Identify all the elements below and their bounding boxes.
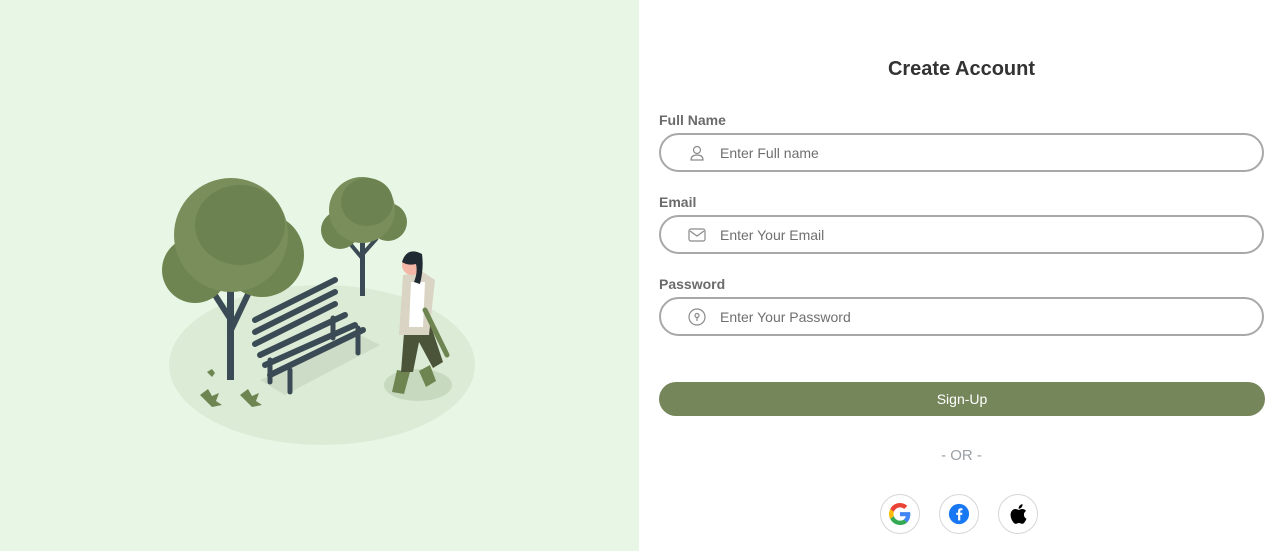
email-field[interactable] (659, 215, 1264, 254)
or-divider: - OR - (941, 447, 982, 464)
social-login-row (880, 494, 1038, 534)
full-name-label: Full Name (659, 112, 726, 128)
park-bench-woman-illustration (162, 177, 475, 445)
password-input[interactable] (718, 307, 1242, 326)
google-login-button[interactable] (880, 494, 920, 534)
facebook-login-button[interactable] (939, 494, 979, 534)
full-name-field[interactable] (659, 133, 1264, 172)
lock-icon (687, 307, 707, 327)
google-icon (889, 503, 911, 525)
user-icon (687, 143, 707, 163)
signup-button[interactable]: Sign-Up (659, 382, 1265, 416)
signup-page: Create Account Full Name Email Password (0, 0, 1280, 551)
password-label: Password (659, 276, 726, 292)
email-label: Email (659, 194, 697, 210)
signup-form: Create Account Full Name Email Password (639, 0, 1280, 551)
facebook-icon (948, 503, 970, 525)
full-name-input[interactable] (718, 143, 1242, 162)
apple-login-button[interactable] (998, 494, 1038, 534)
illustration-panel (0, 0, 639, 551)
email-input[interactable] (718, 225, 1242, 244)
apple-icon (1010, 504, 1027, 524)
password-field[interactable] (659, 297, 1264, 336)
page-title: Create Account (887, 58, 1036, 80)
envelope-icon (687, 225, 707, 245)
